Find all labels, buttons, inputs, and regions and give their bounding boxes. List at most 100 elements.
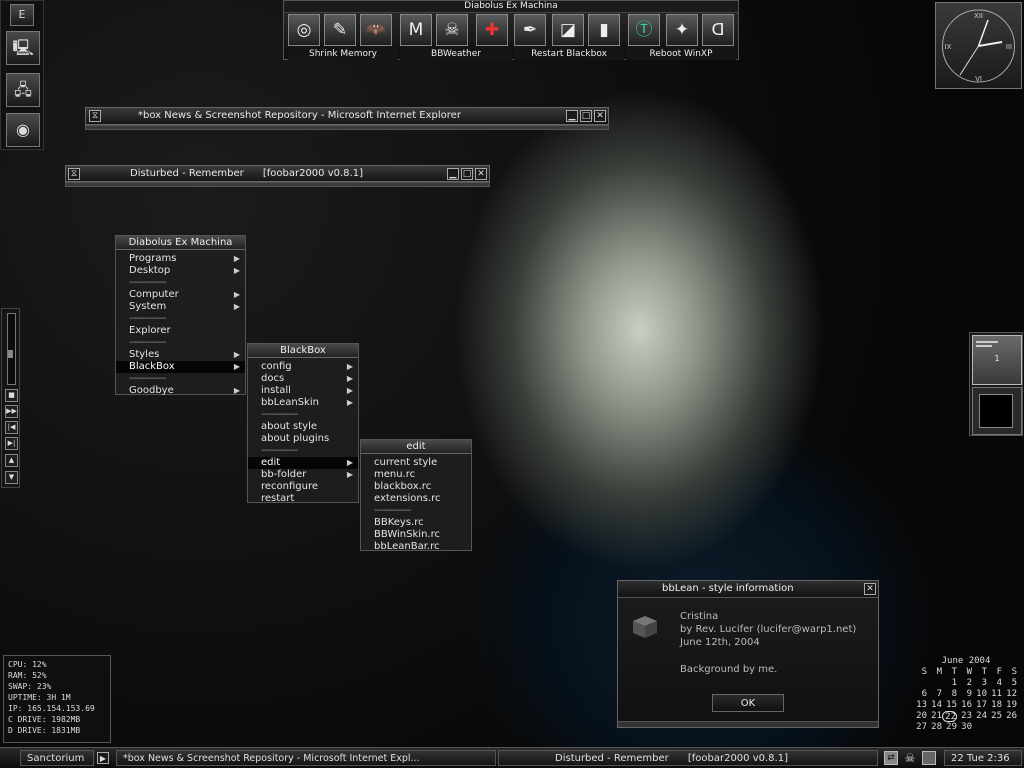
menu-item-computer[interactable]: Computer ▶ bbox=[116, 289, 245, 301]
menu-separator: -------------- bbox=[261, 409, 299, 420]
menu-item-styles[interactable]: Styles ▶ bbox=[116, 349, 245, 361]
menu-item-goodbye[interactable]: Goodbye ▶ bbox=[116, 385, 245, 397]
workspace-2-preview bbox=[979, 394, 1013, 428]
dialog-titlebar[interactable]: bbLean - style information ✕ bbox=[618, 581, 878, 598]
network-icon[interactable]: 🖧 bbox=[6, 73, 40, 107]
ok-button[interactable]: OK bbox=[712, 694, 784, 712]
menu-item-install[interactable]: install ▶ bbox=[248, 385, 358, 397]
menu-item-about-style[interactable]: about style bbox=[248, 421, 358, 433]
volume-slider-handle[interactable] bbox=[8, 350, 13, 358]
menu-separator: -------------- bbox=[374, 505, 412, 516]
style-author: by Rev. Lucifer (lucifer@warp1.net) bbox=[680, 624, 857, 635]
chevron-right-icon: ▶ bbox=[233, 362, 240, 371]
restart-blackbox-label[interactable]: Restart Blackbox bbox=[514, 49, 624, 60]
root-menu-title: Diabolus Ex Machina bbox=[116, 236, 245, 250]
clock-hour-hand bbox=[978, 41, 1003, 47]
firstaid-icon[interactable]: ✚ bbox=[476, 14, 508, 46]
workspace-1[interactable]: 1 bbox=[972, 335, 1022, 385]
taskbar: Sanctorium ▶ *box News & Screenshot Repo… bbox=[0, 747, 1024, 768]
menu-item-edit[interactable]: edit ▶ bbox=[248, 457, 358, 469]
menu-item-docs[interactable]: docs ▶ bbox=[248, 373, 358, 385]
e-button[interactable]: E bbox=[10, 4, 34, 26]
close-button[interactable]: ✕ bbox=[475, 168, 487, 180]
menu-item-bbleanbar-rc[interactable]: bbLeanBar.rc bbox=[361, 541, 471, 553]
menu-item-about-plugins[interactable]: about plugins bbox=[248, 433, 358, 445]
top-toolbar: Diabolus Ex Machina ◎ ✎ 🦇 M ☠ ✚ ✒ ◪ ▮ Ⓣ … bbox=[283, 0, 739, 60]
maximize-button[interactable]: □ bbox=[461, 168, 473, 180]
reboot-winxp-label[interactable]: Reboot WinXP bbox=[626, 49, 736, 60]
workspace-2[interactable] bbox=[972, 387, 1022, 435]
menu-item-explorer[interactable]: Explorer bbox=[116, 325, 245, 337]
fast-forward-button[interactable]: ▶▶ bbox=[5, 405, 18, 418]
dh-logo-icon[interactable]: ᗡ bbox=[702, 14, 734, 46]
paint-icon[interactable]: ✎ bbox=[324, 14, 356, 46]
stop-button[interactable]: ■ bbox=[5, 389, 18, 402]
shrink-memory-icon[interactable]: ◎ bbox=[288, 14, 320, 46]
bbweather-label[interactable]: BBWeather bbox=[400, 49, 512, 60]
clock-numeral-6: VI bbox=[975, 75, 982, 83]
blackbox-icon[interactable]: ◉ bbox=[6, 113, 40, 147]
menu-item-restart[interactable]: restart bbox=[248, 493, 358, 505]
previous-button[interactable]: |◀ bbox=[5, 421, 18, 434]
ie-window-border bbox=[85, 125, 609, 130]
close-button[interactable]: ✕ bbox=[864, 583, 876, 595]
menu-item-config[interactable]: config ▶ bbox=[248, 361, 358, 373]
left-launcher: E 🖳 🖧 ◉ bbox=[0, 0, 44, 150]
next-button[interactable]: ▶| bbox=[5, 437, 18, 450]
menu-item-blackbox-rc[interactable]: blackbox.rc bbox=[361, 481, 471, 493]
taskbar-clock[interactable]: 22 Tue 2:36 bbox=[944, 750, 1022, 766]
tray-network-icon[interactable]: ⇄ bbox=[884, 751, 898, 765]
bbweather-icon[interactable]: ☠ bbox=[436, 14, 468, 46]
chevron-right-icon: ▶ bbox=[346, 374, 353, 383]
blackbox-logo-icon[interactable]: ◪ bbox=[552, 14, 584, 46]
menu-item-extensions-rc[interactable]: extensions.rc bbox=[361, 493, 471, 505]
tray-app-icon[interactable] bbox=[922, 751, 936, 765]
bat-icon[interactable]: 🦇 bbox=[360, 14, 392, 46]
taskbar-item-foobar[interactable]: Disturbed - Remember [foobar2000 v0.8.1] bbox=[498, 750, 878, 766]
d-drive-free: D DRIVE: 1831MB bbox=[8, 726, 81, 735]
menu-item-bbkeys-rc[interactable]: BBKeys.rc bbox=[361, 517, 471, 529]
minimize-button[interactable]: ▁ bbox=[447, 168, 459, 180]
menu-item-programs[interactable]: Programs ▶ bbox=[116, 253, 245, 265]
ie-window-titlebar[interactable]: ⧖ *box News & Screenshot Repository - Mi… bbox=[85, 107, 609, 125]
menu-item-bbleanskin[interactable]: bbLeanSkin ▶ bbox=[248, 397, 358, 409]
chevron-right-icon: ▶ bbox=[233, 254, 240, 263]
menu-separator: -------------- bbox=[129, 277, 167, 288]
dialog-title: bbLean - style information bbox=[662, 583, 794, 594]
reboot-icon[interactable]: Ⓣ bbox=[628, 14, 660, 46]
pen-icon[interactable]: ✒ bbox=[514, 14, 546, 46]
foobar-window-titlebar[interactable]: ⧖ Disturbed - Remember [foobar2000 v0.8.… bbox=[65, 165, 490, 182]
taskbar-item-ie[interactable]: *box News & Screenshot Repository - Micr… bbox=[116, 750, 496, 766]
volume-slider[interactable] bbox=[7, 313, 16, 385]
down-button[interactable]: ▼ bbox=[5, 471, 18, 484]
up-button[interactable]: ▲ bbox=[5, 454, 18, 467]
pin-icon[interactable]: ⧖ bbox=[68, 168, 80, 180]
menu-item-blackbox[interactable]: BlackBox ▶ bbox=[116, 361, 245, 373]
workspace-label[interactable]: Sanctorium bbox=[20, 750, 94, 766]
restart-blackbox-icon[interactable]: ▮ bbox=[588, 14, 620, 46]
close-button[interactable]: ✕ bbox=[594, 110, 606, 122]
winamp-icon[interactable]: M bbox=[400, 14, 432, 46]
computer-icon[interactable]: 🖳 bbox=[6, 31, 40, 65]
pin-icon[interactable]: ⧖ bbox=[89, 110, 101, 122]
menu-item-system[interactable]: System ▶ bbox=[116, 301, 245, 313]
style-cube-icon bbox=[632, 615, 658, 639]
menu-item-menu-rc[interactable]: menu.rc bbox=[361, 469, 471, 481]
maximize-button[interactable]: □ bbox=[580, 110, 592, 122]
menu-item-bbwinskin-rc[interactable]: BBWinSkin.rc bbox=[361, 529, 471, 541]
menu-separator: -------------- bbox=[129, 337, 167, 348]
shrink-memory-label[interactable]: Shrink Memory bbox=[288, 49, 398, 60]
menu-item-desktop[interactable]: Desktop ▶ bbox=[116, 265, 245, 277]
workspace-next-button[interactable]: ▶ bbox=[97, 752, 109, 764]
ram-usage: RAM: 52% bbox=[8, 671, 47, 680]
minimize-button[interactable]: ▁ bbox=[566, 110, 578, 122]
menu-separator: -------------- bbox=[129, 373, 167, 384]
ip-address: IP: 165.154.153.69 bbox=[8, 704, 95, 713]
menu-separator: -------------- bbox=[129, 313, 167, 324]
menu-item-reconfigure[interactable]: reconfigure bbox=[248, 481, 358, 493]
menu-item-bb-folder[interactable]: bb-folder ▶ bbox=[248, 469, 358, 481]
menu-item-current-style[interactable]: current style bbox=[361, 457, 471, 469]
calendar-week: 12345 bbox=[951, 678, 1017, 688]
tray-skull-icon[interactable]: ☠ bbox=[903, 751, 917, 765]
tools-icon[interactable]: ✦ bbox=[666, 14, 698, 46]
